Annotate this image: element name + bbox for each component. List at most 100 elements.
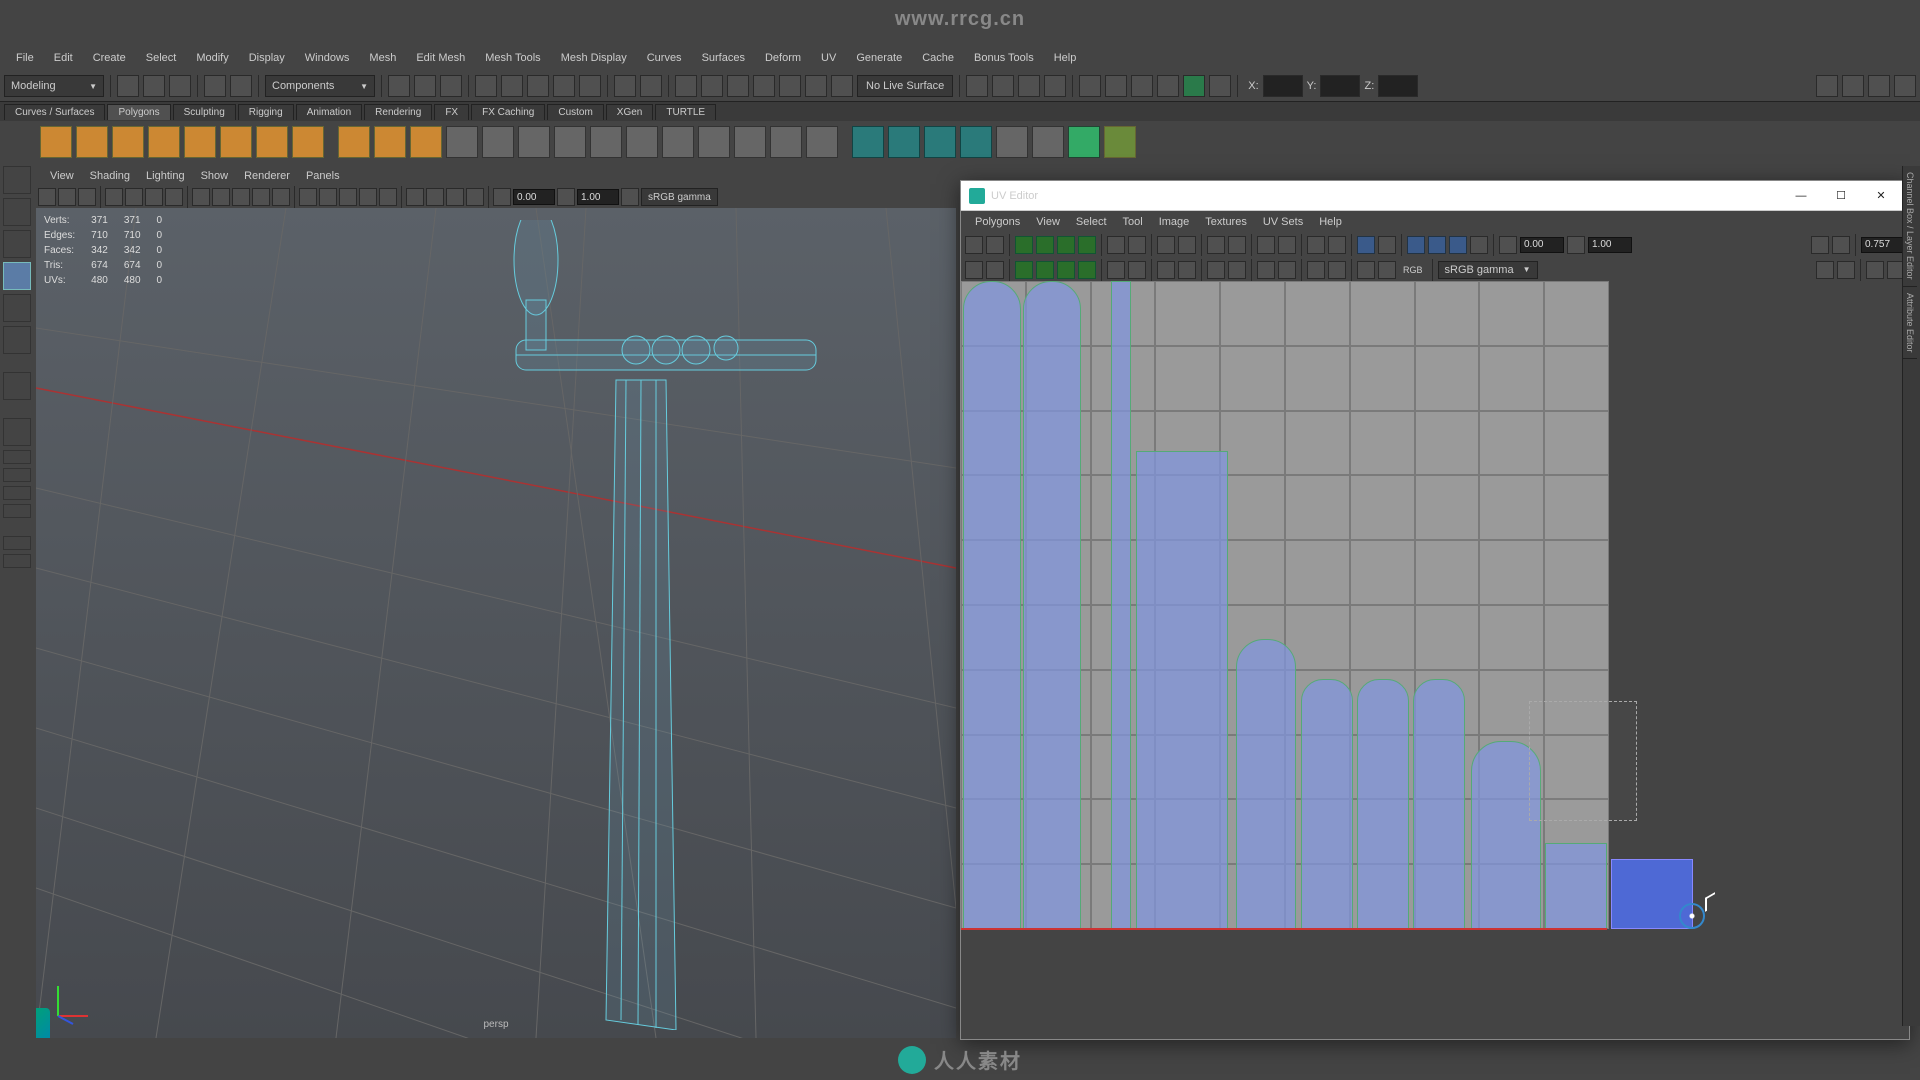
uvmenu-image[interactable]: Image — [1151, 214, 1198, 230]
uv-distribute-v-icon[interactable] — [1328, 236, 1346, 254]
uv-pin-icon[interactable] — [1307, 261, 1325, 279]
panel-toggle3-icon[interactable] — [1868, 75, 1890, 97]
poly-torus-icon[interactable] — [220, 126, 252, 158]
menu-edit[interactable]: Edit — [44, 48, 83, 68]
snap-plane-icon[interactable] — [553, 75, 575, 97]
shelf-tab-xgen[interactable]: XGen — [606, 104, 654, 120]
menu-mesh[interactable]: Mesh — [359, 48, 406, 68]
shaded-icon[interactable] — [212, 188, 230, 206]
shelf-tab-fx[interactable]: FX — [434, 104, 469, 120]
uv-align-v-icon[interactable] — [1228, 236, 1246, 254]
move-tool[interactable] — [3, 262, 31, 290]
uv-mirror-u-icon[interactable] — [1107, 261, 1125, 279]
dof-icon[interactable] — [466, 188, 484, 206]
uv-exposure-icon[interactable] — [1499, 236, 1517, 254]
ao-icon[interactable] — [406, 188, 424, 206]
panel-panels[interactable]: Panels — [298, 168, 348, 184]
gate-mask-icon[interactable] — [165, 188, 183, 206]
separate-icon[interactable] — [482, 126, 514, 158]
perspective-viewport[interactable]: Verts:3713710 Edges:7107100 Faces:342342… — [36, 208, 956, 1038]
shelf-tab-rigging[interactable]: Rigging — [238, 104, 294, 120]
uv-planar-icon[interactable] — [996, 126, 1028, 158]
menu-generate[interactable]: Generate — [846, 48, 912, 68]
snap-curve-icon[interactable] — [501, 75, 523, 97]
combine-icon[interactable] — [446, 126, 478, 158]
shelf-tab-turtle[interactable]: TURTLE — [655, 104, 716, 120]
layout3-icon[interactable] — [1131, 75, 1153, 97]
gamma-field[interactable]: 1.00 — [577, 189, 619, 205]
extrude-icon[interactable] — [626, 126, 658, 158]
quad-draw-icon[interactable] — [852, 126, 884, 158]
grid-toggle-icon[interactable] — [105, 188, 123, 206]
resolution-gate-icon[interactable] — [145, 188, 163, 206]
select-by-hierarchy-icon[interactable] — [388, 75, 410, 97]
poly-platonic-icon[interactable] — [374, 126, 406, 158]
shelf-tab-animation[interactable]: Animation — [296, 104, 362, 120]
snap-grid-icon[interactable] — [475, 75, 497, 97]
uv-texel-field[interactable]: 0.757 — [1861, 237, 1905, 253]
uv-optimize-icon[interactable] — [1378, 236, 1396, 254]
panel-shading[interactable]: Shading — [82, 168, 138, 184]
uv-gather-icon[interactable] — [1257, 261, 1275, 279]
uvmenu-view[interactable]: View — [1028, 214, 1068, 230]
uv-flip-u-icon[interactable] — [1015, 236, 1033, 254]
uv-isolate-icon[interactable] — [1357, 261, 1375, 279]
panel-toggle1-icon[interactable] — [1816, 75, 1838, 97]
camera-select-icon[interactable] — [38, 188, 56, 206]
x-field[interactable] — [1263, 75, 1303, 97]
select-by-object-icon[interactable] — [414, 75, 436, 97]
workspace-mode-dropdown[interactable]: Modeling ▼ — [4, 75, 104, 97]
rotate-tool[interactable] — [3, 294, 31, 322]
exposure-icon[interactable] — [493, 188, 511, 206]
history-icon[interactable] — [675, 75, 697, 97]
uv-snap-u-icon[interactable] — [1257, 236, 1275, 254]
isolate-icon[interactable] — [299, 188, 317, 206]
textured-icon[interactable] — [232, 188, 250, 206]
uv-shell[interactable] — [1236, 639, 1296, 929]
uv-distribute-icon[interactable] — [1278, 261, 1296, 279]
uv-straighten-icon[interactable] — [1207, 261, 1225, 279]
uv-editor-titlebar[interactable]: UV Editor — ☐ ✕ — [961, 181, 1909, 211]
uv-checker-icon[interactable] — [1449, 236, 1467, 254]
undo-icon[interactable] — [204, 75, 226, 97]
paint-select-tool[interactable] — [3, 230, 31, 258]
uv-unitize-icon[interactable] — [1178, 261, 1196, 279]
bevel-icon[interactable] — [698, 126, 730, 158]
hypershade-icon[interactable] — [1044, 75, 1066, 97]
uv-shell[interactable] — [1111, 281, 1131, 929]
new-scene-icon[interactable] — [117, 75, 139, 97]
construction-history-icon[interactable] — [701, 75, 723, 97]
uv-gamma-icon[interactable] — [1567, 236, 1585, 254]
panel-view[interactable]: View — [42, 168, 82, 184]
layout-three-icon[interactable] — [3, 504, 31, 518]
uv-shrink-icon[interactable] — [1036, 261, 1054, 279]
uv-shell[interactable] — [1545, 843, 1607, 929]
menu-file[interactable]: File — [6, 48, 44, 68]
menu-curves[interactable]: Curves — [637, 48, 692, 68]
uv-shell[interactable] — [1413, 679, 1465, 929]
multicut-icon[interactable] — [734, 126, 766, 158]
uv-shell[interactable] — [963, 281, 1021, 929]
menu-editmesh[interactable]: Edit Mesh — [406, 48, 475, 68]
bookmark-icon[interactable] — [58, 188, 76, 206]
uv-unpin-icon[interactable] — [1328, 261, 1346, 279]
z-field[interactable] — [1378, 75, 1418, 97]
wireframe-on-shaded-icon[interactable] — [379, 188, 397, 206]
menu-help[interactable]: Help — [1044, 48, 1087, 68]
menu-modify[interactable]: Modify — [186, 48, 238, 68]
layout1-icon[interactable] — [1079, 75, 1101, 97]
shelf-tab-curves[interactable]: Curves / Surfaces — [4, 104, 105, 120]
live-surface-field[interactable]: No Live Surface — [857, 75, 953, 97]
uv-rotate-ccw-icon[interactable] — [1107, 236, 1125, 254]
uv-unfold-icon[interactable] — [1357, 236, 1375, 254]
panel-toggle4-icon[interactable] — [1894, 75, 1916, 97]
snap-point-icon[interactable] — [527, 75, 549, 97]
shelf-tab-polygons[interactable]: Polygons — [107, 104, 170, 120]
panel-lighting[interactable]: Lighting — [138, 168, 193, 184]
save-scene-icon[interactable] — [169, 75, 191, 97]
maximize-button[interactable]: ☐ — [1821, 184, 1861, 208]
layout-single-icon[interactable] — [3, 418, 31, 446]
poly-sphere-icon[interactable] — [40, 126, 72, 158]
hardware-icon[interactable] — [359, 188, 377, 206]
manipulator-pivot-icon[interactable] — [1679, 903, 1705, 929]
